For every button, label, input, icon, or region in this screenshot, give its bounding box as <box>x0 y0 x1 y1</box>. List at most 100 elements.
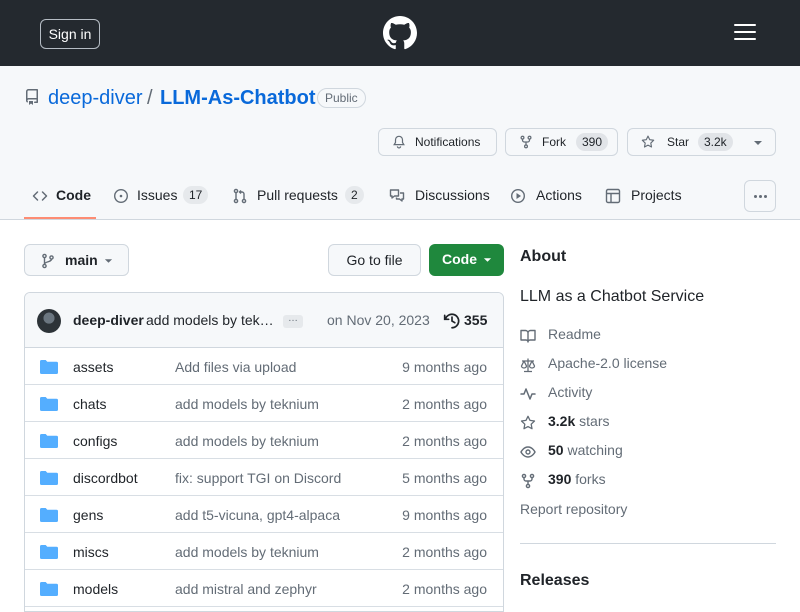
star-icon <box>641 135 655 148</box>
pull-requests-count: 2 <box>345 186 364 204</box>
expand-commit-button[interactable]: … <box>283 314 303 328</box>
about-heading: About <box>520 248 567 265</box>
eye-icon <box>520 446 536 458</box>
menu-icon[interactable] <box>734 24 756 42</box>
tab-label: Pull requests <box>257 187 338 203</box>
file-commit-message-link[interactable]: fix: support TGI on Discord <box>175 470 341 486</box>
branch-name: main <box>65 252 98 268</box>
book-icon <box>520 329 536 343</box>
watching-stat: 50 watching <box>548 442 623 458</box>
folder-icon <box>40 360 58 374</box>
code-icon <box>32 191 48 201</box>
play-icon <box>510 188 526 204</box>
file-row[interactable]: models add mistral and zephyr 2 months a… <box>25 570 503 607</box>
file-commit-date: 9 months ago <box>402 507 487 523</box>
file-commit-date: 5 months ago <box>402 470 487 486</box>
forks-stat: 390 forks <box>548 471 606 487</box>
notifications-button[interactable]: Notifications <box>378 128 497 156</box>
table-icon <box>605 188 621 204</box>
star-icon <box>520 415 536 430</box>
report-repository-link[interactable]: Report repository <box>520 501 627 517</box>
file-name-link[interactable]: discordbot <box>73 470 138 486</box>
tab-actions[interactable]: Actions <box>510 182 585 220</box>
file-name-link[interactable]: models <box>73 581 118 597</box>
more-tabs-button[interactable] <box>744 180 776 212</box>
repo-name-link[interactable]: LLM-As-Chatbot <box>160 87 316 110</box>
readme-label: Readme <box>548 326 601 342</box>
tab-issues[interactable]: Issues 17 <box>113 182 209 220</box>
file-name-link[interactable]: chats <box>73 396 106 412</box>
file-name-link[interactable]: miscs <box>73 544 109 560</box>
star-button[interactable]: Star 3.2k <box>627 128 742 156</box>
tab-label: Issues <box>137 187 178 203</box>
file-commit-message-link[interactable]: add models by teknium <box>175 396 319 412</box>
fork-button[interactable]: Fork 390 <box>505 128 618 156</box>
notifications-label: Notifications <box>415 135 481 149</box>
file-commit-message-link[interactable]: add mistral and zephyr <box>175 581 317 597</box>
file-row[interactable]: assets Add files via upload 9 months ago <box>25 348 503 385</box>
pulse-icon <box>520 388 536 400</box>
go-to-file-button[interactable]: Go to file <box>328 244 421 276</box>
file-commit-message-link[interactable]: add models by teknium <box>175 433 319 449</box>
fork-icon <box>521 473 535 489</box>
tab-projects[interactable]: Projects <box>605 182 685 220</box>
file-row[interactable]: miscs add models by teknium 2 months ago <box>25 533 503 570</box>
history-icon[interactable] <box>443 312 461 330</box>
file-commit-message-link[interactable]: Add files via upload <box>175 359 296 375</box>
tab-label: Actions <box>536 187 582 203</box>
commit-count[interactable]: 355 <box>464 312 487 328</box>
repo-owner-link[interactable]: deep-diver <box>48 87 143 110</box>
code-button-label: Code <box>442 251 477 267</box>
file-commit-date: 2 months ago <box>402 396 487 412</box>
folder-icon <box>40 434 58 448</box>
code-dropdown-button[interactable]: Code <box>429 244 504 276</box>
forks-count: 390 <box>548 471 572 487</box>
file-row[interactable]: configs add models by teknium 2 months a… <box>25 422 503 459</box>
file-name-link[interactable]: configs <box>73 433 117 449</box>
stars-count: 3.2k <box>548 413 576 429</box>
stars-stat: 3.2k stars <box>548 413 609 429</box>
file-commit-message-link[interactable]: add models by teknium <box>175 544 319 560</box>
tab-label: Projects <box>631 187 682 203</box>
activity-label: Activity <box>548 384 593 400</box>
file-commit-message-link[interactable]: add t5-vicuna, gpt4-alpaca <box>175 507 340 523</box>
folder-icon <box>40 508 58 522</box>
latest-commit-bar: deep-diver add models by tek… … on Nov 2… <box>25 293 503 348</box>
star-list-dropdown[interactable] <box>741 128 776 156</box>
file-name-link[interactable]: assets <box>73 359 113 375</box>
tab-discussions[interactable]: Discussions <box>389 182 490 220</box>
file-row[interactable]: chats add models by teknium 2 months ago <box>25 385 503 422</box>
watching-label: watching <box>567 442 623 458</box>
commit-author-link[interactable]: deep-diver <box>73 312 144 328</box>
site-header: Sign in <box>0 0 800 66</box>
file-row[interactable]: discordbot fix: support TGI on Discord 5… <box>25 459 503 496</box>
commit-date: on Nov 20, 2023 <box>327 312 430 328</box>
commit-message-link[interactable]: add models by tek… <box>146 312 274 328</box>
file-commit-date: 2 months ago <box>402 581 487 597</box>
avatar[interactable] <box>37 309 61 333</box>
releases-heading[interactable]: Releases <box>520 572 589 590</box>
file-browser: deep-diver add models by tek… … on Nov 2… <box>24 292 504 612</box>
path-separator: / <box>147 87 153 109</box>
issue-icon <box>113 188 129 204</box>
fork-icon <box>520 135 532 149</box>
github-logo-icon[interactable] <box>383 16 417 50</box>
star-count: 3.2k <box>698 133 733 151</box>
folder-icon <box>40 582 58 596</box>
branch-selector[interactable]: main <box>24 244 129 276</box>
file-row[interactable]: gens add t5-vicuna, gpt4-alpaca 9 months… <box>25 496 503 533</box>
discussion-icon <box>389 189 405 202</box>
file-commit-date: 2 months ago <box>402 544 487 560</box>
repo-icon <box>26 89 38 105</box>
selected-tab-indicator <box>24 217 96 219</box>
tab-pull-requests[interactable]: Pull requests 2 <box>232 182 366 220</box>
file-commit-date: 9 months ago <box>402 359 487 375</box>
folder-icon <box>40 471 58 485</box>
sign-in-button[interactable]: Sign in <box>40 19 100 49</box>
caret-down-icon <box>754 141 762 145</box>
tab-code[interactable]: Code <box>32 182 92 220</box>
license-label: Apache-2.0 license <box>548 355 668 371</box>
file-name-link[interactable]: gens <box>73 507 103 523</box>
folder-icon <box>40 545 58 559</box>
folder-icon <box>40 397 58 411</box>
